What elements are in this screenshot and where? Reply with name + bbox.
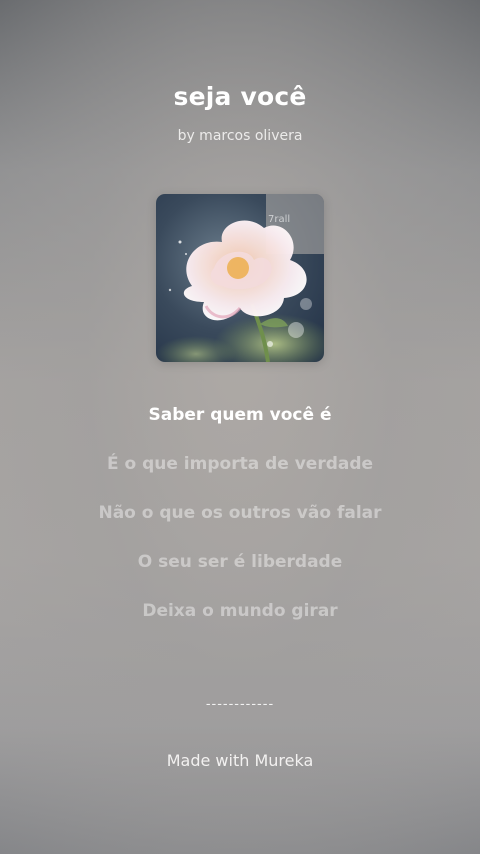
artist-name: by marcos olivera	[177, 128, 303, 144]
watermark-text: 7rall	[268, 214, 290, 225]
song-title: seja você	[173, 82, 307, 111]
made-with-label[interactable]: Made with Mureka	[0, 751, 480, 770]
lyric-line[interactable]: O seu ser é liberdade	[0, 550, 480, 599]
lyric-line[interactable]: É o que importa de verdade	[0, 452, 480, 501]
divider: ------------	[205, 697, 275, 712]
lyric-line[interactable]: Deixa o mundo girar	[0, 599, 480, 648]
lyric-line[interactable]: Não o que os outros vão falar	[0, 501, 480, 550]
lyrics-list: Saber quem você é É o que importa de ver…	[0, 403, 480, 648]
lyrics-screen: seja você by marcos olivera 7rall Saber …	[0, 0, 480, 854]
flower-artwork-icon: 7rall	[156, 194, 324, 362]
album-cover[interactable]: 7rall	[156, 194, 324, 362]
lyric-line-active[interactable]: Saber quem você é	[0, 403, 480, 452]
